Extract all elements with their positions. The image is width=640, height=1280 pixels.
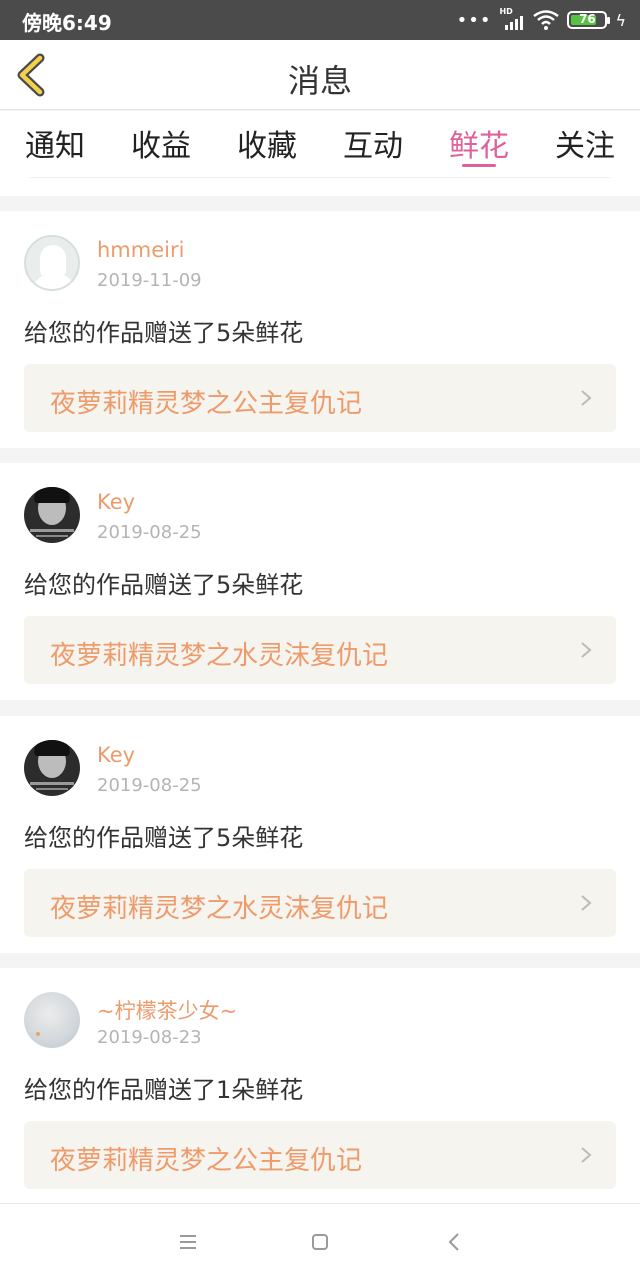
work-title: 夜萝莉精灵梦之水灵沫复仇记 (50, 894, 389, 924)
work-link[interactable]: 夜萝莉精灵梦之公主复仇记 (24, 1121, 616, 1189)
message-text: 给您的作品赠送了5朵鲜花 (24, 319, 304, 347)
tab-notifications[interactable]: 通知 (10, 121, 100, 165)
active-tab-indicator (462, 164, 496, 167)
work-link[interactable]: 夜萝莉精灵梦之水灵沫复仇记 (24, 869, 616, 937)
title-bar: 消息 (0, 40, 640, 110)
chevron-right-icon (581, 895, 592, 911)
menu-icon[interactable] (176, 1230, 200, 1254)
work-link[interactable]: 夜萝莉精灵梦之公主复仇记 (24, 364, 616, 432)
message-date: 2019-08-25 (97, 775, 202, 796)
tab-divider (30, 177, 610, 178)
dots-icon: ••• (456, 9, 492, 31)
signal-icon: HD (499, 7, 525, 30)
message-text: 给您的作品赠送了5朵鲜花 (24, 824, 304, 852)
message-date: 2019-08-25 (97, 522, 202, 543)
chevron-right-icon (581, 1147, 592, 1163)
chevron-right-icon (581, 390, 592, 406)
work-link[interactable]: 夜萝莉精灵梦之水灵沫复仇记 (24, 616, 616, 684)
battery-level: 76 (579, 12, 596, 26)
charging-icon: ϟ (615, 10, 626, 30)
chevron-right-icon (581, 642, 592, 658)
avatar[interactable] (24, 992, 80, 1048)
user-name[interactable]: Key (97, 743, 135, 767)
avatar[interactable] (24, 487, 80, 543)
status-bar: 傍晚6:49 ••• HD 76 ϟ (0, 0, 640, 40)
tab-bar: 通知 收益 收藏 互动 鲜花 关注 (0, 111, 640, 196)
battery-icon: 76 (567, 11, 611, 29)
back-icon[interactable] (442, 1230, 466, 1254)
message-date: 2019-11-09 (97, 270, 202, 291)
message-date: 2019-08-23 (97, 1027, 202, 1048)
avatar[interactable] (24, 740, 80, 796)
page-title: 消息 (287, 62, 352, 100)
user-name[interactable]: ~柠檬茶少女~ (97, 995, 237, 1025)
message-card: ~柠檬茶少女~ 2019-08-23 给您的作品赠送了1朵鲜花 夜萝莉精灵梦之公… (0, 968, 640, 1205)
message-card: hmmeiri 2019-11-09 给您的作品赠送了5朵鲜花 夜萝莉精灵梦之公… (0, 211, 640, 448)
status-time: 傍晚6:49 (22, 11, 112, 35)
message-text: 给您的作品赠送了1朵鲜花 (24, 1076, 304, 1104)
user-name[interactable]: hmmeiri (97, 238, 184, 262)
tab-favorites[interactable]: 收藏 (222, 121, 312, 165)
avatar[interactable] (24, 235, 80, 291)
tab-following[interactable]: 关注 (540, 121, 630, 165)
wifi-icon (533, 10, 560, 30)
tab-earnings[interactable]: 收益 (116, 121, 206, 165)
work-title: 夜萝莉精灵梦之水灵沫复仇记 (50, 641, 389, 671)
user-name[interactable]: Key (97, 490, 135, 514)
work-title: 夜萝莉精灵梦之公主复仇记 (50, 389, 363, 419)
home-icon[interactable] (308, 1230, 332, 1254)
status-icons: ••• HD 76 ϟ (456, 7, 626, 31)
tab-flowers[interactable]: 鲜花 (434, 121, 524, 165)
message-card: Key 2019-08-25 给您的作品赠送了5朵鲜花 夜萝莉精灵梦之水灵沫复仇… (0, 716, 640, 953)
tab-interactions[interactable]: 互动 (328, 121, 418, 165)
system-nav-bar (0, 1203, 640, 1280)
work-title: 夜萝莉精灵梦之公主复仇记 (50, 1146, 363, 1176)
message-card: Key 2019-08-25 给您的作品赠送了5朵鲜花 夜萝莉精灵梦之水灵沫复仇… (0, 463, 640, 700)
message-text: 给您的作品赠送了5朵鲜花 (24, 571, 304, 599)
